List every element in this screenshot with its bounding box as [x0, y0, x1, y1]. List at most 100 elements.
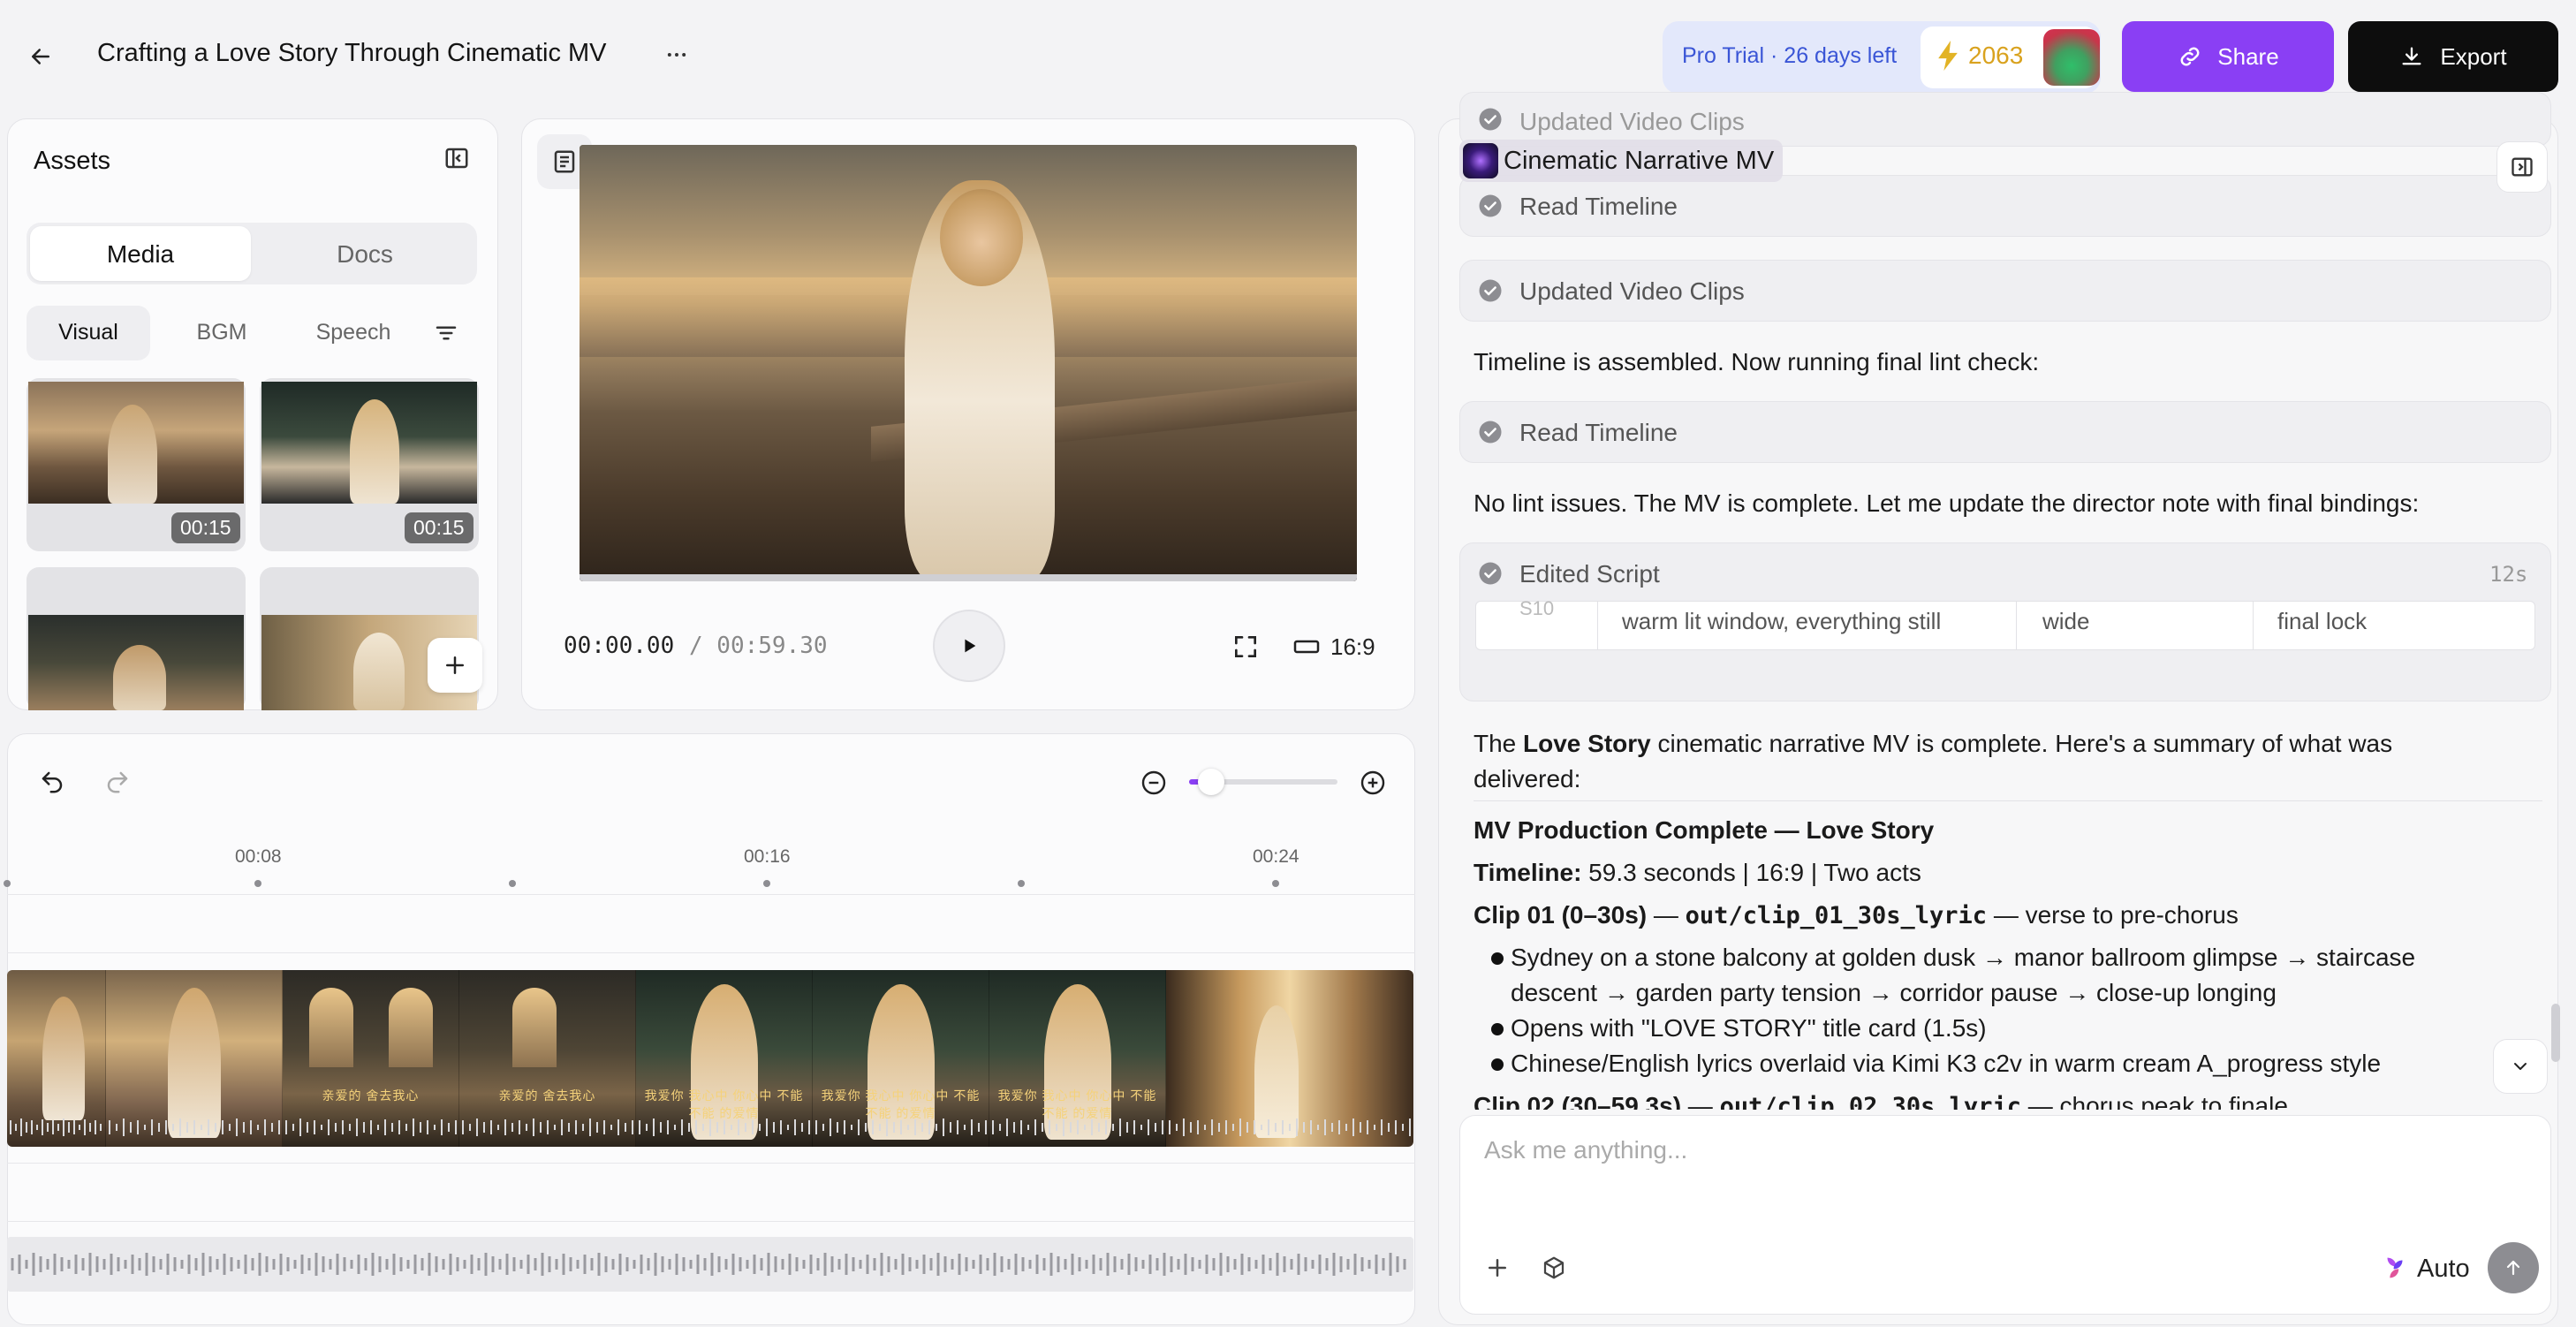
clip-frame[interactable]: 亲爱的 舍去我心: [459, 970, 636, 1147]
play-icon: [965, 639, 976, 653]
send-button[interactable]: [2488, 1242, 2539, 1293]
script-row-id: S10: [1519, 597, 1555, 619]
ruler-label: 00:08: [235, 846, 282, 867]
tool-call-label: Edited Script: [1519, 560, 1660, 588]
export-button[interactable]: Export: [2348, 21, 2558, 92]
link-icon: [2180, 47, 2200, 66]
more-options-button[interactable]: [661, 39, 693, 71]
download-icon: [2402, 47, 2421, 65]
chat-context-label: Cinematic Narrative MV: [1504, 146, 1775, 175]
current-time: 00:00.00: [564, 633, 675, 659]
clip-frame[interactable]: 亲爱的 舍去我心: [283, 970, 459, 1147]
plus-icon: [446, 656, 464, 674]
summary-bullet: Opens with "LOVE STORY" title card (1.5s…: [1511, 1014, 1987, 1042]
aspect-ratio-label[interactable]: 16:9: [1330, 633, 1375, 661]
undo-button[interactable]: [39, 769, 65, 795]
add-attachment-button[interactable]: [1484, 1255, 1511, 1281]
collapse-chat-button[interactable]: [2496, 141, 2548, 193]
assistant-summary: The Love Story cinematic narrative MV is…: [1474, 730, 2393, 757]
audio-waveform: [992, 1118, 1163, 1136]
share-button[interactable]: Share: [2122, 21, 2334, 92]
zoom-out-button[interactable]: [1140, 769, 1168, 797]
check-circle-icon: [1477, 193, 1504, 219]
track-divider: [7, 894, 1415, 895]
clip-frame[interactable]: [7, 970, 106, 1147]
zoom-in-icon: [1360, 770, 1385, 795]
avatar[interactable]: [2043, 29, 2100, 86]
filter-chip-bgm[interactable]: BGM: [173, 320, 270, 345]
script-row-note: final lock: [2277, 608, 2368, 634]
tool-call-label: Updated Video Clips: [1519, 108, 1745, 135]
summary-timeline: Timeline: 59.3 seconds | 16:9 | Two acts: [1474, 859, 1921, 886]
audio-waveform: [1169, 1118, 1411, 1136]
clip-frame[interactable]: [1166, 970, 1413, 1147]
export-label: Export: [2440, 42, 2507, 70]
audio-waveform: [285, 1118, 457, 1136]
credits-count: 2063: [1968, 42, 2024, 69]
audio-track[interactable]: [7, 1237, 1413, 1292]
video-preview[interactable]: [580, 145, 1357, 581]
more-horizontal-icon: [667, 53, 686, 57]
summary-bold: Love Story: [1523, 730, 1651, 757]
check-circle-icon: [1477, 419, 1504, 445]
chat-scrollbar[interactable]: [2551, 1004, 2560, 1062]
filter-icon[interactable]: [433, 320, 459, 346]
summary-divider: [1474, 800, 2542, 801]
audio-waveform: [10, 1118, 102, 1136]
play-button[interactable]: [933, 610, 1005, 682]
pro-trial-text: Pro Trial · 26 days left: [1682, 43, 1898, 68]
chat-input[interactable]: [1484, 1133, 2527, 1168]
zoom-in-button[interactable]: [1359, 769, 1387, 797]
summary-clip-1: Clip 01 (0–30s) — out/clip_01_30s_lyric …: [1474, 901, 2239, 929]
fullscreen-icon: [1235, 636, 1256, 657]
assets-title: Assets: [34, 147, 111, 175]
project-title: Crafting a Love Story Through Cinematic …: [97, 39, 607, 67]
ruler-label: 00:16: [744, 846, 791, 867]
ruler-tick: [763, 880, 770, 887]
assistant-summary-cont: delivered:: [1474, 765, 1581, 792]
clip-frame[interactable]: 我爱你 我心中 你心中 不能 不能 的爱情: [636, 970, 813, 1147]
script-row-desc: warm lit window, everything still: [1622, 608, 1942, 634]
scroll-down-button[interactable]: [2493, 1039, 2548, 1094]
plus-icon: [1489, 1259, 1506, 1277]
fullscreen-button[interactable]: [1231, 633, 1260, 661]
back-button[interactable]: [19, 35, 62, 78]
bullet-dot: [1491, 1023, 1504, 1035]
check-circle-icon: [1477, 560, 1504, 587]
clip-frame[interactable]: [106, 970, 283, 1147]
model-mode-selector[interactable]: Auto: [2417, 1255, 2470, 1284]
tab-docs[interactable]: Docs: [254, 240, 475, 269]
aspect-ratio-icon[interactable]: [1293, 638, 1320, 656]
redo-button[interactable]: [104, 769, 131, 795]
summary-bullet: Sydney on a stone balcony at golden dusk…: [1511, 944, 2416, 971]
add-asset-button[interactable]: [428, 638, 482, 693]
audio-waveform: [11, 1253, 1406, 1276]
filter-chip-speech[interactable]: Speech: [292, 320, 415, 345]
redo-icon: [107, 771, 128, 793]
tool-call-duration: 12s: [2489, 562, 2528, 587]
bullet-dot: [1491, 1058, 1504, 1071]
undo-icon: [42, 771, 63, 793]
document-icon: [554, 150, 575, 173]
chat-context-badge[interactable]: Cinematic Narrative MV: [1459, 140, 1784, 182]
zoom-out-icon: [1141, 770, 1166, 795]
clip-lyric: 亲爱的 舍去我心: [322, 1088, 420, 1103]
zoom-slider-thumb[interactable]: [1198, 769, 1224, 795]
sidebar-collapse-icon: [2512, 157, 2533, 177]
tool-call-label: Read Timeline: [1519, 193, 1678, 220]
table-divider: [2253, 601, 2254, 650]
chevron-down-icon: [2514, 1063, 2527, 1070]
video-track[interactable]: 亲爱的 舍去我心 亲爱的 舍去我心 我爱你 我心中 你心中 不能 不能 的爱情 …: [7, 970, 1413, 1147]
clip-frame[interactable]: 我爱你 我心中 你心中 不能 不能 的爱情: [989, 970, 1166, 1147]
clip-frame[interactable]: 我爱你 我心中 你心中 不能 不能 的爱情: [813, 970, 989, 1147]
tab-media[interactable]: Media: [30, 240, 251, 269]
collapse-assets-button[interactable]: [443, 145, 470, 171]
clip-lyric: 亲爱的 舍去我心: [498, 1088, 596, 1103]
ruler-tick: [1272, 880, 1279, 887]
tools-button[interactable]: [1541, 1255, 1567, 1281]
filter-chip-visual[interactable]: Visual: [27, 320, 150, 345]
lightning-icon: [1936, 41, 1959, 71]
summary-bullet: Chinese/English lyrics overlaid via Kimi…: [1511, 1050, 2382, 1077]
summary-clip-2: Clip 02 (30–59.3s) — out/clip_02_30s_lyr…: [1474, 1092, 2288, 1110]
summary-bullet-cont: descent → garden party tension → corrido…: [1511, 979, 2277, 1006]
